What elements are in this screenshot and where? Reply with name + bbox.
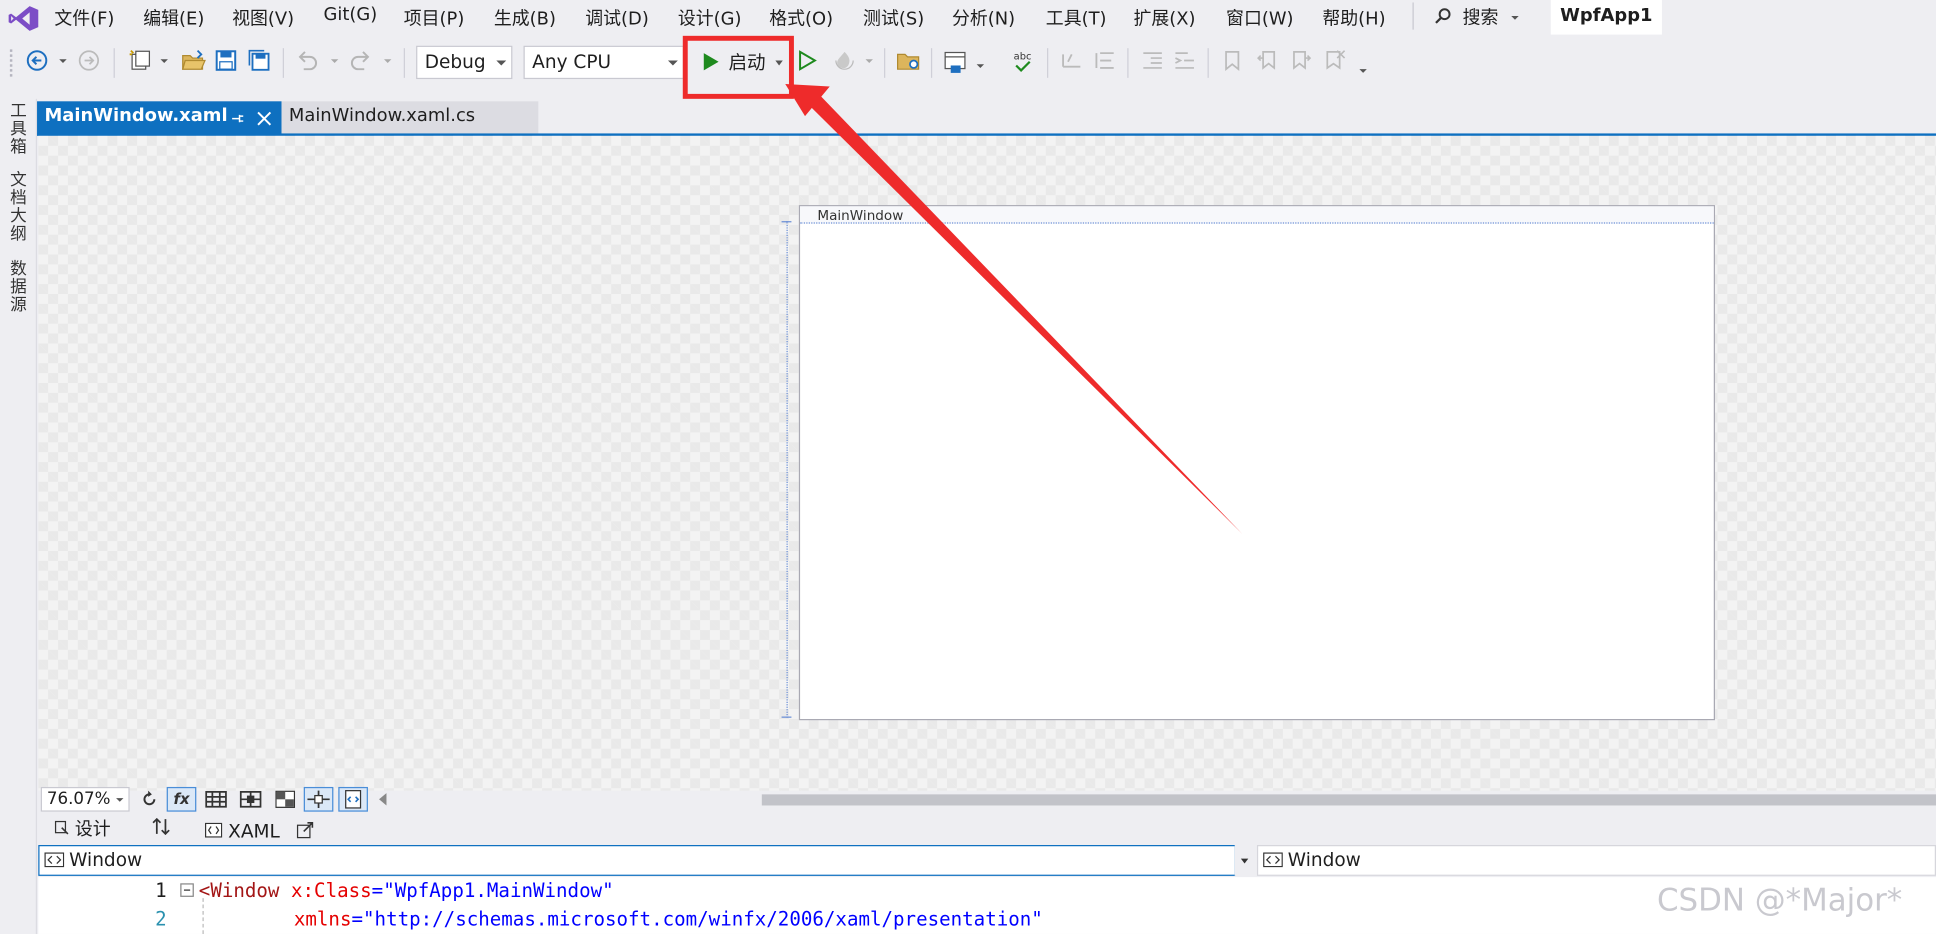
arrow-shaft <box>797 93 1243 534</box>
annotation-arrow <box>785 84 1243 534</box>
